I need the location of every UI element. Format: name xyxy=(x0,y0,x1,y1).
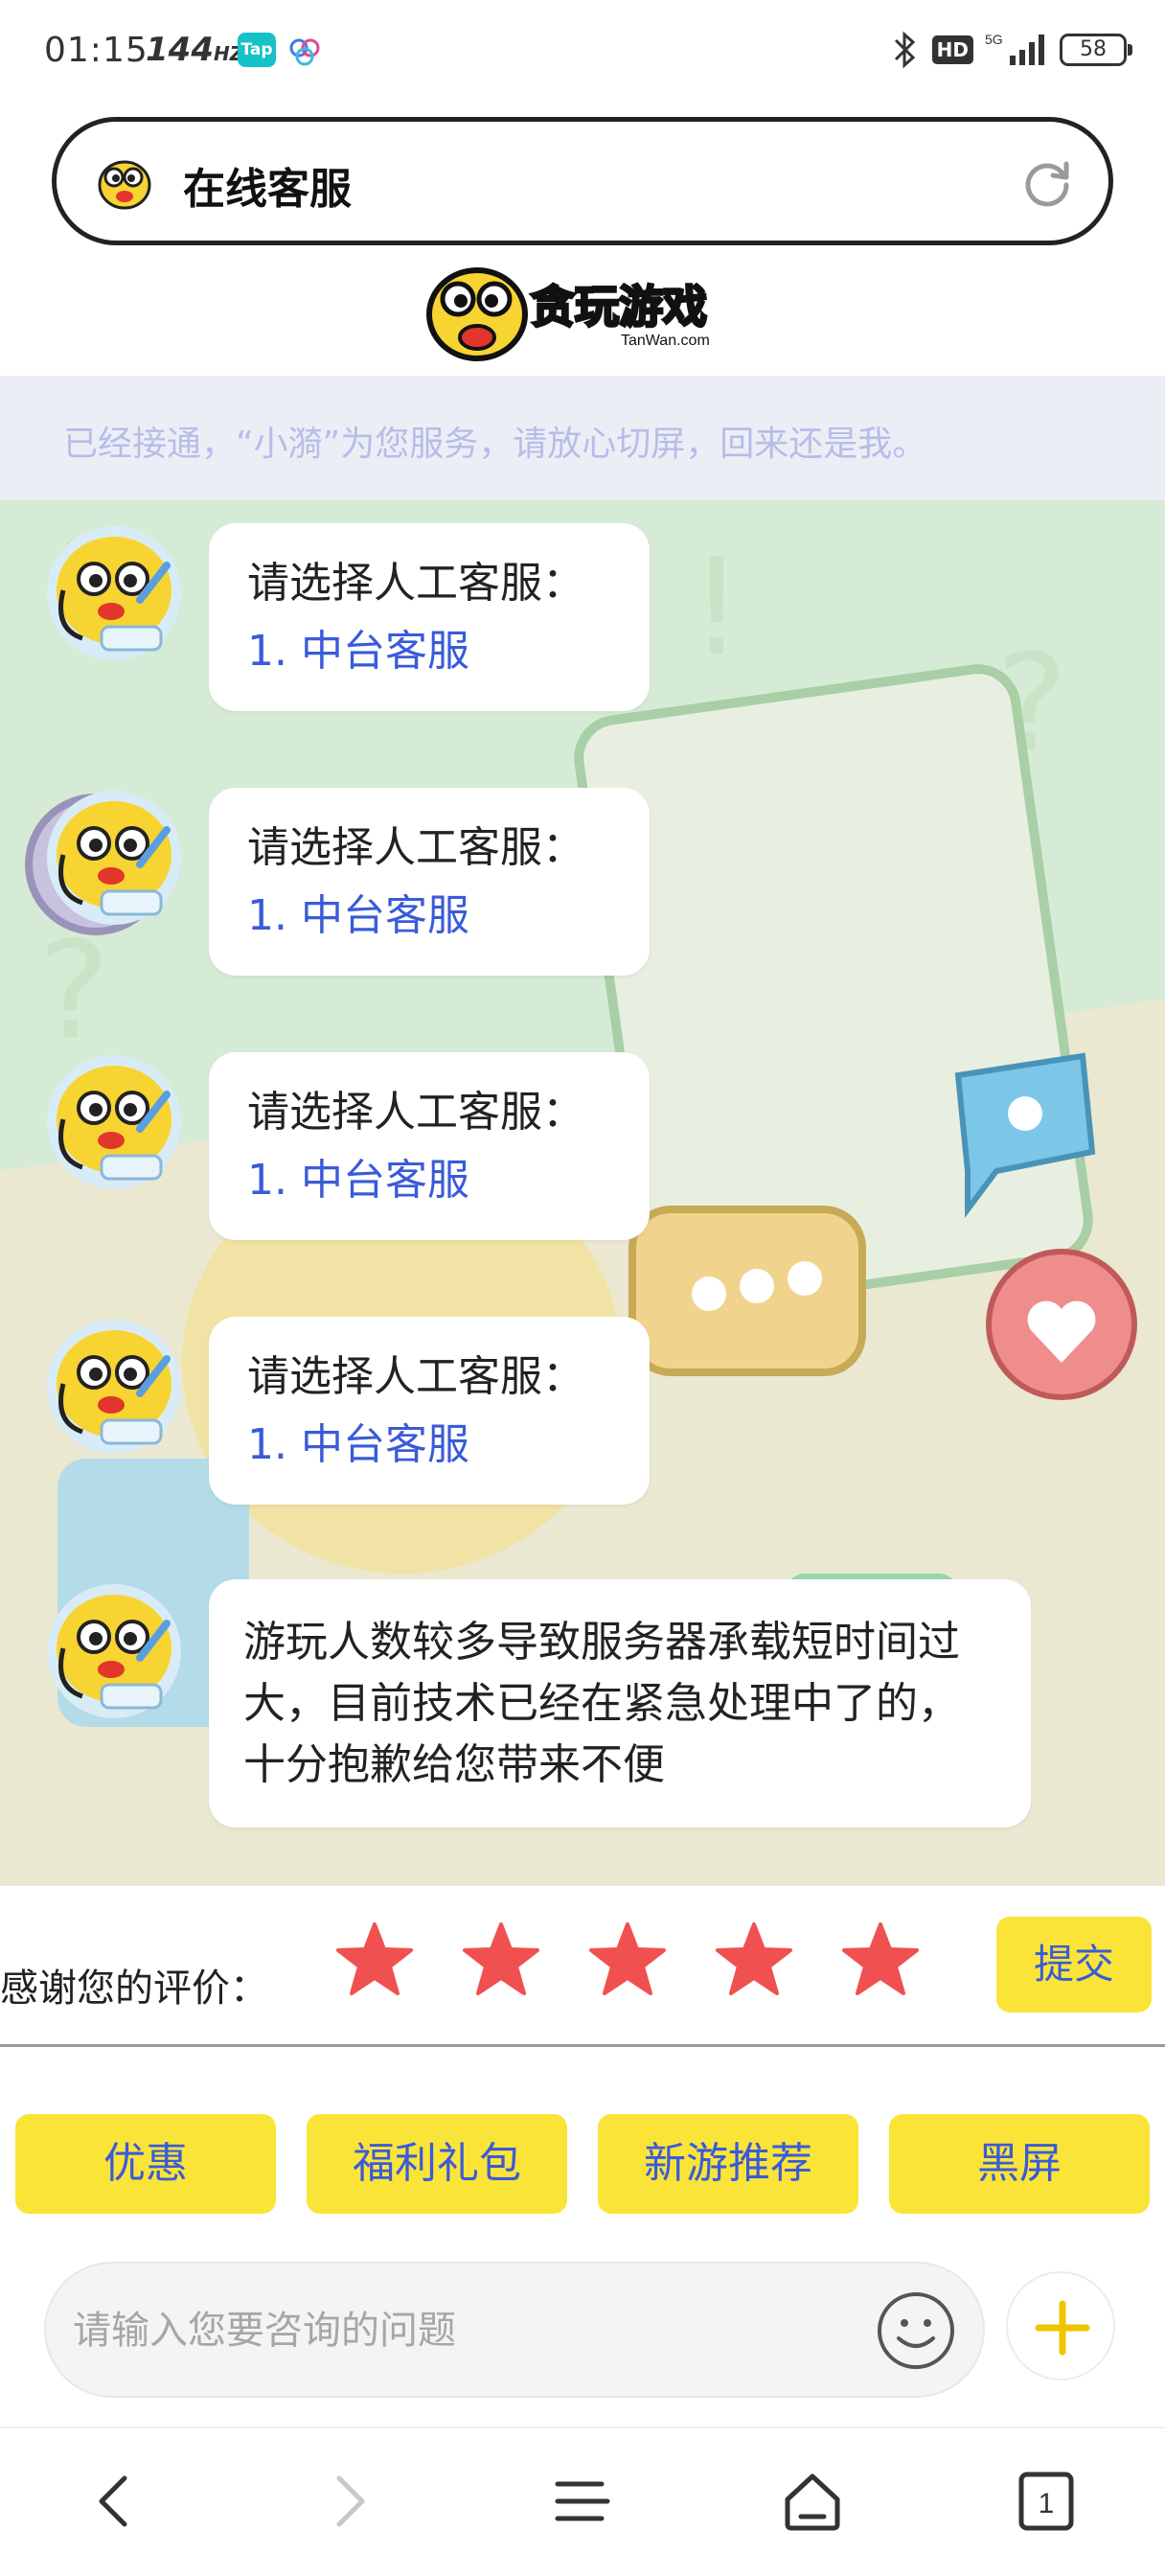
star-icon[interactable] xyxy=(841,1920,920,1999)
plus-button[interactable] xyxy=(1006,2271,1115,2380)
svg-text:5G: 5G xyxy=(985,32,1003,47)
message-title: 请选择人工客服： xyxy=(247,1088,584,1137)
star-icon[interactable] xyxy=(588,1920,667,1999)
agent-avatar-icon xyxy=(47,1055,181,1189)
quick-button-gift-pack[interactable]: 福利礼包 xyxy=(307,2114,567,2214)
taptap-icon: Tap xyxy=(238,33,276,67)
agent-option-link[interactable]: 1. 中台客服 xyxy=(247,624,611,678)
submit-rating-button[interactable]: 提交 xyxy=(996,1917,1152,2012)
message-bubble: 请选择人工客服： 1. 中台客服 xyxy=(209,788,650,977)
message-bubble: 请选择人工客服： 1. 中台客服 xyxy=(209,523,650,712)
quick-button-new-games[interactable]: 新游推荐 xyxy=(598,2114,858,2214)
home-icon[interactable] xyxy=(774,2463,851,2540)
message-input-box xyxy=(44,2262,985,2398)
message-bubble: 请选择人工客服： 1. 中台客服 xyxy=(209,1317,650,1506)
agent-avatar-icon xyxy=(47,791,181,925)
message-input[interactable] xyxy=(73,2292,858,2369)
status-indicators: HD 5G 58 xyxy=(888,29,1132,71)
emoji-icon[interactable] xyxy=(874,2288,958,2373)
tabs-icon[interactable]: 1 xyxy=(1008,2463,1085,2540)
message-title: 请选择人工客服： xyxy=(247,823,584,872)
star-rating[interactable] xyxy=(335,1920,920,2007)
tanwan-brand-logo: 贪玩游戏 TanWan.com xyxy=(426,267,710,361)
bluetooth-icon xyxy=(894,31,915,69)
hd-badge: HD xyxy=(931,35,973,64)
plus-icon xyxy=(1035,2300,1090,2356)
quick-button-black-screen[interactable]: 黑屏 xyxy=(889,2114,1150,2214)
star-icon[interactable] xyxy=(715,1920,793,1999)
rating-label: 感谢您的评价： xyxy=(0,1966,268,2011)
quick-reply-row: 优惠 福利礼包 新游推荐 黑屏 xyxy=(15,2114,1152,2216)
agent-avatar-icon xyxy=(47,526,181,660)
status-bar: 01:15 144HZ Tap HD 5G 58 xyxy=(0,0,1165,104)
message-text: 游玩人数较多导致服务器承载短时间过大，目前技术已经在紧急处理中了的，十分抱歉给您… xyxy=(243,1618,960,1789)
signal-icon: 5G xyxy=(985,32,1044,65)
message-title: 请选择人工客服： xyxy=(247,1352,584,1401)
agent-option-link[interactable]: 1. 中台客服 xyxy=(247,1417,611,1472)
agent-option-link[interactable]: 1. 中台客服 xyxy=(247,888,611,943)
status-time: 01:15 xyxy=(44,31,148,70)
star-icon[interactable] xyxy=(462,1920,540,1999)
message-bubble: 游玩人数较多导致服务器承载短时间过大，目前技术已经在紧急处理中了的，十分抱歉给您… xyxy=(209,1579,1031,1828)
connection-notice: 已经接通，“小漪”为您服务，请放心切屏，回来还是我。 xyxy=(0,376,1165,500)
cloud-app-icon xyxy=(289,38,320,66)
refresh-icon[interactable] xyxy=(1018,154,1076,212)
menu-icon[interactable] xyxy=(544,2463,621,2540)
svg-text:贪玩游戏: 贪玩游戏 xyxy=(531,281,707,333)
svg-text:TanWan.com: TanWan.com xyxy=(621,333,710,349)
notice-text: 已经接通，“小漪”为您服务，请放心切屏，回来还是我。 xyxy=(63,425,927,464)
rating-bar: 感谢您的评价： 提交 xyxy=(0,1886,1165,2047)
svg-text:1: 1 xyxy=(1039,2488,1055,2519)
back-icon[interactable] xyxy=(79,2463,155,2540)
browser-bottom-nav: 1 xyxy=(0,2426,1165,2576)
agent-avatar-icon xyxy=(47,1320,181,1454)
battery-icon: 58 xyxy=(1060,34,1132,66)
quick-button-offers[interactable]: 优惠 xyxy=(15,2114,276,2214)
agent-option-link[interactable]: 1. 中台客服 xyxy=(247,1153,611,1208)
agent-avatar-icon xyxy=(47,1584,181,1718)
message-title: 请选择人工客服： xyxy=(247,559,584,608)
message-bubble: 请选择人工客服： 1. 中台客服 xyxy=(209,1052,650,1241)
svg-text:!: ! xyxy=(690,530,743,686)
star-icon[interactable] xyxy=(335,1920,414,1999)
chat-area[interactable]: ? ! ? ? 请选择人工客服： 1. 中台客服 xyxy=(0,500,1165,1886)
title-bar: 在线客服 xyxy=(52,117,1113,245)
refresh-rate: 144HZ xyxy=(146,31,244,69)
svg-text:?: ? xyxy=(38,913,109,1070)
forward-icon[interactable] xyxy=(308,2463,385,2540)
mascot-logo-icon xyxy=(98,160,151,210)
page-title: 在线客服 xyxy=(183,165,352,214)
